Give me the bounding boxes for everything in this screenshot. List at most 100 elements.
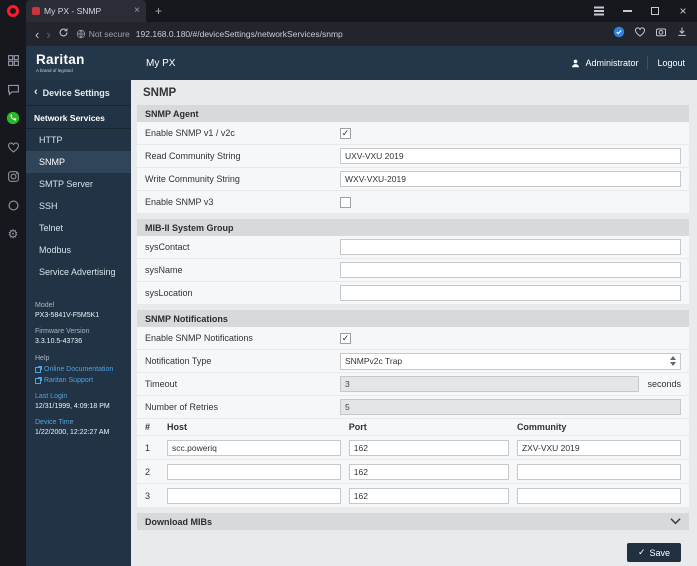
settings-gear-icon[interactable]: ⚙ [5,226,21,242]
sysname-input[interactable] [340,262,681,278]
browser-window: ⚙ My PX - SNMP × + × ‹ › Not secure 192.… [0,0,697,566]
external-link-icon [35,376,42,384]
address-bar: ‹ › Not secure 192.168.0.180/#/deviceSet… [26,22,697,46]
notification-type-select[interactable]: SNMPv2c Trap [340,352,681,370]
shield-check-icon[interactable] [613,25,625,43]
model-label: Model [35,302,55,309]
download-mibs-section: Download MIBs [137,513,689,530]
my-flow-icon[interactable] [5,197,21,213]
retries-label: Number of Retries [145,402,219,412]
download-mibs-header[interactable]: Download MIBs [137,513,689,530]
logo-tagline: A brand of legrand [36,67,73,73]
user-icon [572,59,580,67]
port-input-3[interactable] [348,487,509,504]
chevron-down-icon [670,517,681,527]
url-field[interactable]: Not secure 192.168.0.180/#/deviceSetting… [76,29,606,39]
community-input-3[interactable] [516,487,681,504]
check-icon: ✓ [341,332,350,343]
last-login-value: 12/31/1999, 4:09:18 PM [35,403,110,411]
syscontact-input[interactable] [340,239,681,255]
timeout-input[interactable] [340,376,640,392]
minimize-button[interactable] [613,0,641,22]
device-time-label: Device Time [35,419,74,427]
firmware-value: 3.3.10.5-43736 [35,338,83,346]
raritan-logo[interactable]: Raritan A brand of legrand [26,53,131,73]
security-label: Not secure [88,29,130,39]
mib-system-group-header: MIB-II System Group [137,219,689,236]
timeout-unit: seconds [647,379,681,389]
port-input-1[interactable] [348,439,509,456]
snmp-agent-section: SNMP Agent Enable SNMP v1 / v2c ✓ Read C… [137,105,689,214]
sysname-label: sysName [145,265,183,275]
host-input-1[interactable] [167,439,341,456]
sidebar-item-ssh[interactable]: SSH [26,195,131,217]
user-menu[interactable]: Administrator [570,58,638,69]
enable-notifications-checkbox[interactable]: ✓ [340,332,351,344]
read-community-label: Read Community String [145,151,241,161]
enable-snmp-v3-checkbox[interactable]: ✓ [340,196,351,208]
sidebar-item-telnet[interactable]: Telnet [26,217,131,239]
forward-icon[interactable]: › [46,28,50,41]
port-input-2[interactable] [348,463,509,480]
whatsapp-icon[interactable] [5,110,21,126]
sidebar-item-http[interactable]: HTTP [26,129,131,151]
app-header: Raritan A brand of legrand My PX Adminis… [26,46,697,80]
sidebar-section-network-services: Network Services [26,106,131,129]
community-input-2[interactable] [516,463,681,480]
online-documentation-link[interactable]: Online Documentation [35,365,122,375]
browser-titlebar: My PX - SNMP × + × [26,0,697,22]
syscontact-label: sysContact [145,242,190,252]
enable-snmp-v1v2-label: Enable SNMP v1 / v2c [145,128,235,138]
enable-notifications-label: Enable SNMP Notifications [145,333,253,343]
sidebar-item-smtp-server[interactable]: SMTP Server [26,173,131,195]
write-community-input[interactable] [340,171,681,187]
check-icon: ✓ [637,547,646,557]
save-to-bookmarks-heart-icon[interactable] [634,25,646,43]
sidebar-item-snmp[interactable]: SNMP [26,151,131,173]
globe-icon [76,29,85,39]
bookmarks-heart-icon[interactable] [5,139,21,155]
device-time-value: 1/22/2000, 12:22:27 AM [35,429,110,437]
product-name: My PX [146,57,176,69]
browser-tab[interactable]: My PX - SNMP × [26,0,146,22]
reload-icon[interactable] [58,25,69,43]
help-label: Help [35,354,50,362]
write-community-label: Write Community String [145,174,240,184]
back-to-device-settings[interactable]: ‹ Device Settings [26,80,131,106]
site-security-badge[interactable]: Not secure [76,29,130,39]
page-title: SNMP [143,87,177,99]
mib-system-group-section: MIB-II System Group sysContact sysName s… [137,219,689,305]
messenger-icon[interactable] [5,81,21,97]
raritan-support-link[interactable]: Raritan Support [35,376,122,386]
close-button[interactable]: × [669,0,697,22]
maximize-button[interactable] [641,0,669,22]
firmware-label: Firmware Version [35,328,90,336]
downloads-icon[interactable] [676,25,688,43]
sidebar-item-modbus[interactable]: Modbus [26,239,131,261]
timeout-label: Timeout [145,379,178,389]
user-name: Administrator [585,58,639,68]
enable-snmp-v1v2-checkbox[interactable]: ✓ [340,127,351,139]
snapshot-camera-icon[interactable] [655,25,667,43]
community-input-1[interactable] [516,439,681,456]
device-info-block: Model PX3-5841V-F5M5K1 Firmware Version … [26,301,131,445]
instagram-icon[interactable] [5,168,21,184]
tab-menu-icon[interactable] [585,0,613,22]
destination-row-3: 3 [137,484,689,508]
read-community-input[interactable] [340,148,681,164]
logout-button[interactable]: Logout [657,58,685,68]
tab-close-icon[interactable]: × [134,6,140,16]
syslocation-input[interactable] [340,285,681,301]
new-tab-button[interactable]: + [155,4,162,18]
opera-menu-button[interactable] [0,0,26,22]
snmp-notifications-section: SNMP Notifications Enable SNMP Notificat… [137,310,689,508]
host-input-2[interactable] [167,463,341,480]
speed-dial-icon[interactable] [5,52,21,68]
save-button[interactable]: ✓ Save [626,543,681,562]
back-icon[interactable]: ‹ [35,28,39,41]
host-input-3[interactable] [167,487,341,504]
sidebar-item-service-advertising[interactable]: Service Advertising [26,261,131,283]
enable-snmp-v3-label: Enable SNMP v3 [145,197,214,207]
url-text: 192.168.0.180/#/deviceSettings/networkSe… [135,29,343,39]
retries-input[interactable] [340,399,681,415]
